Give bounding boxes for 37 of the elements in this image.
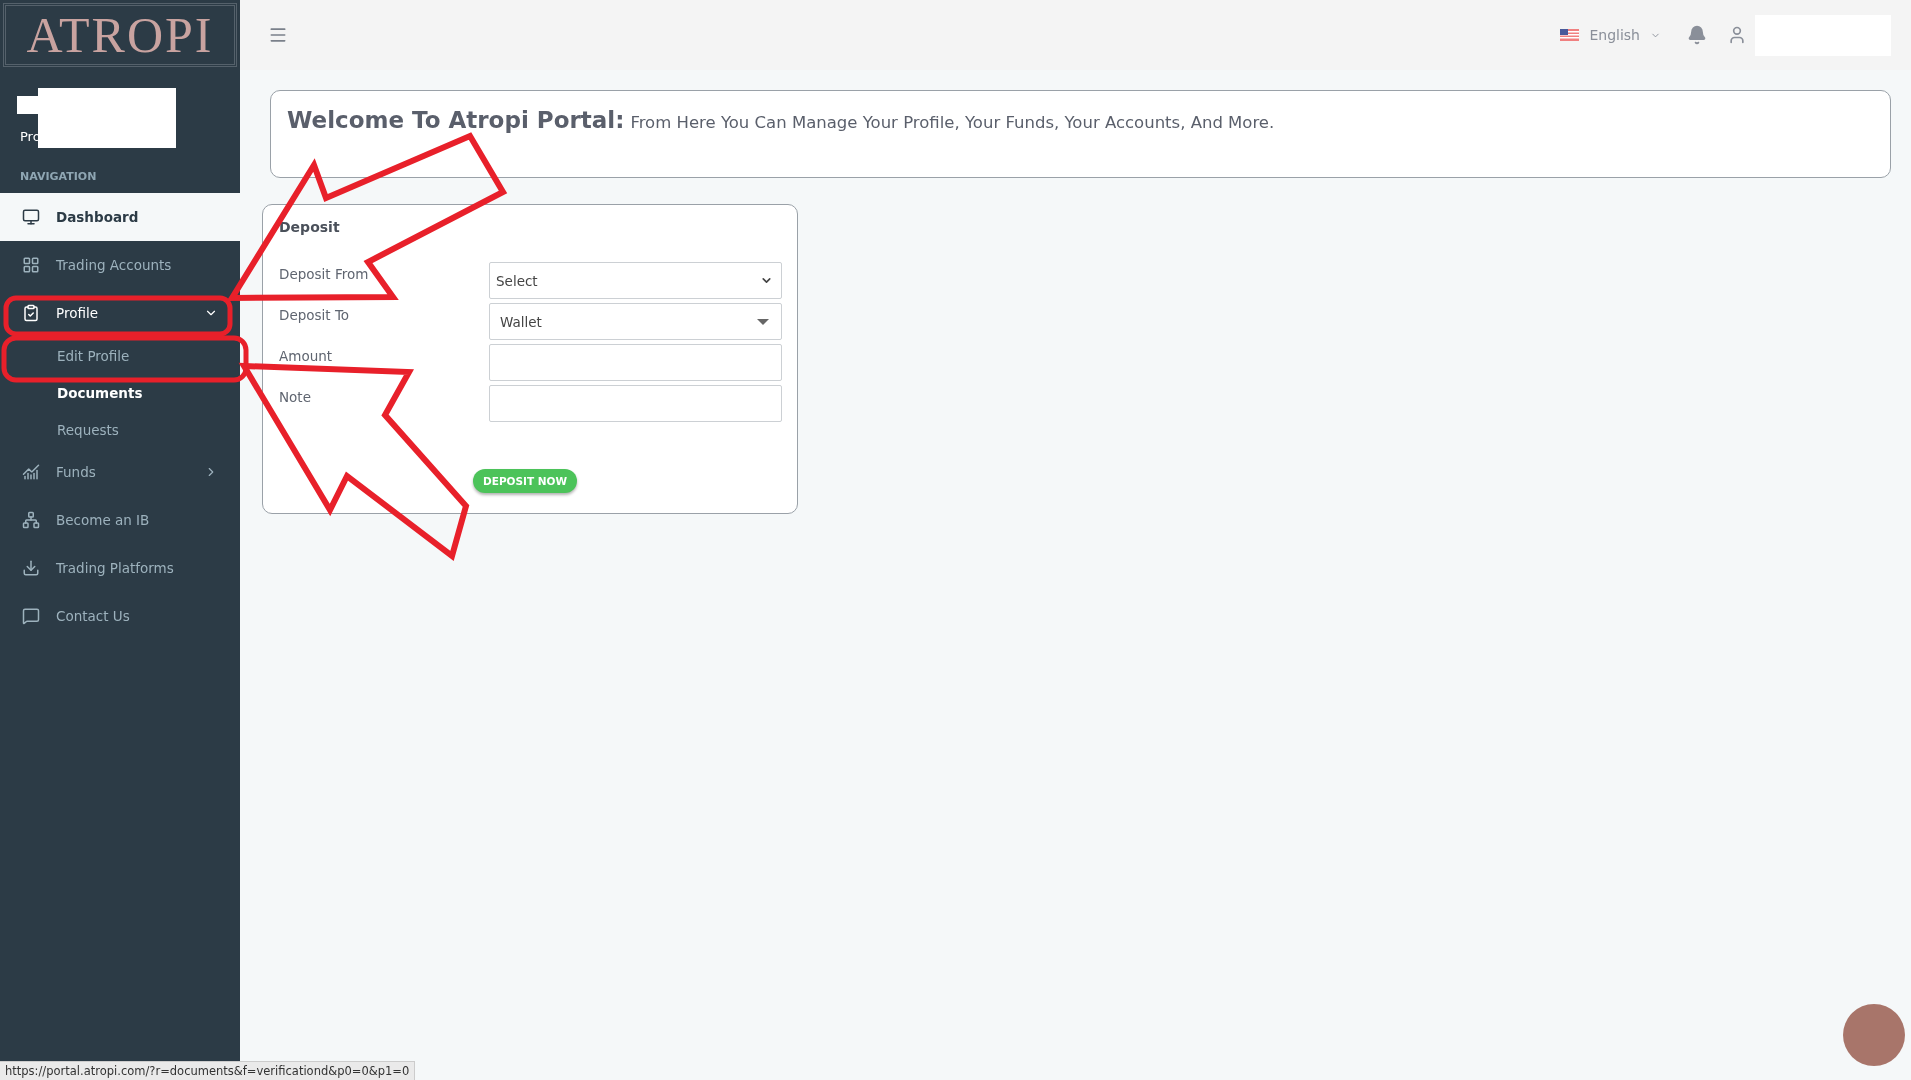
- field-label: Note: [279, 388, 312, 407]
- status-url: https://portal.atropi.com/?r=documents&f=verificationd&p0=0&p1=0: [0, 1061, 416, 1080]
- menu-icon[interactable]: [268, 25, 288, 45]
- nav-item[interactable]: Become an IB: [0, 496, 240, 544]
- chat-icon: [22, 607, 40, 625]
- field-label: Deposit From: [279, 265, 370, 284]
- logo: ATROPI: [3, 3, 237, 67]
- nav-item[interactable]: Dashboard: [0, 193, 240, 241]
- section-title: NAVIGATION: [19, 169, 98, 185]
- download-icon: [22, 559, 40, 577]
- nav-item[interactable]: Trading Accounts: [0, 241, 240, 289]
- nav-item[interactable]: Contact Us: [0, 592, 240, 640]
- card-title: Deposit: [279, 219, 341, 235]
- flag-icon: [1560, 29, 1580, 41]
- field-label: Deposit To: [279, 306, 351, 325]
- caret-icon: [757, 318, 769, 325]
- user-icon[interactable]: [1727, 25, 1747, 45]
- input-field[interactable]: [489, 344, 782, 381]
- notification-bell-icon[interactable]: [1687, 25, 1707, 45]
- language-dropdown[interactable]: English: [1554, 26, 1667, 44]
- field-label: Amount: [279, 347, 334, 366]
- select-field[interactable]: Select: [489, 262, 782, 299]
- network-icon: [22, 511, 40, 529]
- monitor-icon: [22, 208, 40, 226]
- nav-item[interactable]: Funds: [0, 448, 240, 496]
- welcome-text: From Here You Can Manage Your Profile, Your Funds, Your Accounts, And More.: [630, 113, 1275, 132]
- nav-item[interactable]: Trading Platforms: [0, 544, 240, 592]
- dropdown-field[interactable]: Wallet: [489, 303, 782, 340]
- clipboard-check-icon: [22, 304, 40, 322]
- nav-item[interactable]: Profile: [0, 289, 240, 337]
- nav-subitem[interactable]: Edit Profile: [0, 337, 240, 374]
- welcome-title: Welcome To Atropi Portal:: [287, 107, 625, 133]
- input-field[interactable]: [489, 385, 782, 422]
- nav-subitem[interactable]: Requests: [0, 411, 240, 448]
- chart-icon: [22, 463, 40, 481]
- nav-subitem[interactable]: Documents: [0, 374, 240, 411]
- grid-icon: [22, 256, 40, 274]
